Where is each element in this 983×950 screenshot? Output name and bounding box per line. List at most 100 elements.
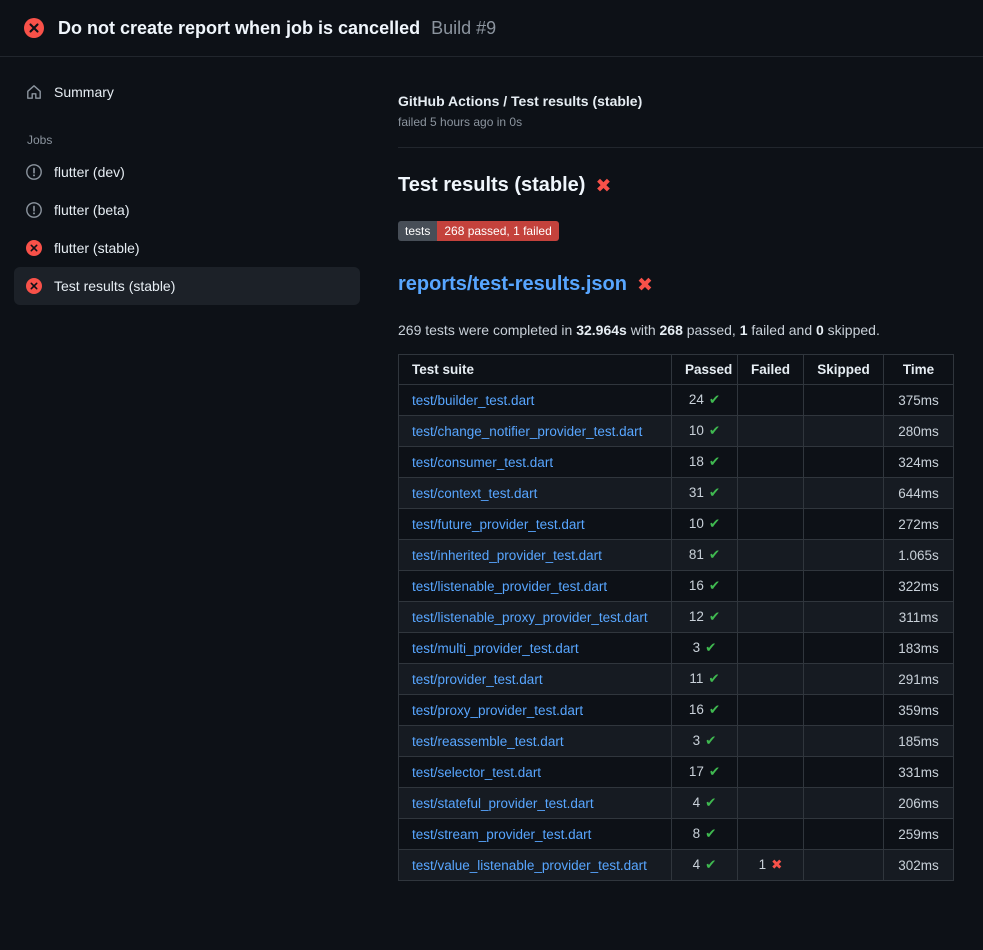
run-status-failed-icon (24, 18, 44, 38)
passed-cell: 12✔ (672, 602, 738, 633)
check-icon: ✔ (705, 733, 716, 749)
passed-cell: 8✔ (672, 819, 738, 850)
summary-mid2: passed, (683, 322, 740, 338)
time-cell: 302ms (884, 850, 954, 881)
failed-cell (738, 726, 804, 757)
table-header-row: Test suitePassedFailedSkippedTime (399, 355, 954, 385)
suite-cell: test/future_provider_test.dart (399, 509, 672, 540)
passed-cell: 24 ✔ (672, 385, 738, 416)
passed-count: 24 (689, 392, 704, 407)
suite-link[interactable]: test/builder_test.dart (412, 393, 534, 408)
skipped-cell (804, 695, 884, 726)
section-title-row: Test results (stable) ✖ (398, 174, 954, 197)
time-cell: 311ms (884, 602, 954, 633)
report-file-link[interactable]: reports/test-results.json (398, 273, 627, 296)
failed-x-icon: ✖ (595, 175, 611, 197)
check-icon: ✔ (709, 609, 720, 625)
run-header: Do not create report when job is cancell… (0, 0, 983, 57)
suite-link[interactable]: test/listenable_provider_test.dart (412, 579, 607, 594)
suite-link[interactable]: test/listenable_proxy_provider_test.dart (412, 610, 648, 625)
time-cell: 272ms (884, 509, 954, 540)
summary-suffix: skipped. (824, 322, 880, 338)
check-icon: ✔ (705, 640, 716, 656)
suite-link[interactable]: test/stateful_provider_test.dart (412, 796, 594, 811)
sidebar: Summary Jobs flutter (dev)flutter (beta)… (0, 57, 370, 305)
table-row: test/reassemble_test.dart3✔185ms (399, 726, 954, 757)
suite-cell: test/listenable_provider_test.dart (399, 571, 672, 602)
suite-link[interactable]: test/reassemble_test.dart (412, 734, 564, 749)
passed-count: 10 (689, 516, 704, 531)
suite-cell: test/multi_provider_test.dart (399, 633, 672, 664)
skipped-cell (804, 757, 884, 788)
sidebar-item-flutter-dev-[interactable]: flutter (dev) (14, 153, 360, 191)
time-cell: 644ms (884, 478, 954, 509)
column-header-failed: Failed (738, 355, 804, 385)
column-header-test-suite: Test suite (399, 355, 672, 385)
failed-cell (738, 447, 804, 478)
suite-link[interactable]: test/value_listenable_provider_test.dart (412, 858, 647, 873)
skipped-cell (804, 602, 884, 633)
suite-link[interactable]: test/provider_test.dart (412, 672, 543, 687)
passed-cell: 11✔ (672, 664, 738, 695)
skipped-cell (804, 850, 884, 881)
time-cell: 183ms (884, 633, 954, 664)
table-row: test/selector_test.dart 17✔ 331ms (399, 757, 954, 788)
check-icon: ✔ (709, 578, 720, 594)
summary-skipped-count: 0 (816, 322, 824, 338)
failed-cell (738, 602, 804, 633)
sidebar-item-flutter-beta-[interactable]: flutter (beta) (14, 191, 360, 229)
home-icon (26, 84, 42, 100)
time-cell: 324ms (884, 447, 954, 478)
suite-link[interactable]: test/context_test.dart (412, 486, 537, 501)
breadcrumb: GitHub Actions / Test results (stable) (398, 93, 954, 109)
failed-cell: 1✖ (738, 850, 804, 881)
suite-cell: test/inherited_provider_test.dart (399, 540, 672, 571)
test-results-table: Test suitePassedFailedSkippedTime test/b… (398, 354, 954, 881)
failed-cell (738, 757, 804, 788)
failed-cell (738, 509, 804, 540)
summary-mid3: failed and (748, 322, 817, 338)
job-label: flutter (dev) (54, 164, 125, 180)
skipped-cell (804, 385, 884, 416)
suite-link[interactable]: test/multi_provider_test.dart (412, 641, 579, 656)
passed-cell: 17✔ (672, 757, 738, 788)
suite-cell: test/provider_test.dart (399, 664, 672, 695)
suite-link[interactable]: test/consumer_test.dart (412, 455, 553, 470)
passed-count: 31 (689, 485, 704, 500)
suite-link[interactable]: test/change_notifier_provider_test.dart (412, 424, 642, 439)
check-icon: ✔ (705, 826, 716, 842)
check-icon: ✔ (709, 392, 720, 408)
skipped-cell (804, 819, 884, 850)
column-header-skipped: Skipped (804, 355, 884, 385)
sidebar-item-summary[interactable]: Summary (14, 75, 360, 109)
job-failed-icon (26, 240, 42, 256)
suite-link[interactable]: test/selector_test.dart (412, 765, 541, 780)
job-failed-icon (26, 278, 42, 294)
sidebar-item-flutter-stable-[interactable]: flutter (stable) (14, 229, 360, 267)
passed-cell: 10✔ (672, 509, 738, 540)
suite-link[interactable]: test/proxy_provider_test.dart (412, 703, 583, 718)
summary-mid1: with (627, 322, 660, 338)
suite-cell: test/selector_test.dart (399, 757, 672, 788)
skipped-cell (804, 788, 884, 819)
failed-cell (738, 478, 804, 509)
passed-cell: 3✔ (672, 726, 738, 757)
suite-link[interactable]: test/future_provider_test.dart (412, 517, 585, 532)
passed-count: 16 (689, 702, 704, 717)
table-row: test/change_notifier_provider_test.dart1… (399, 416, 954, 447)
sidebar-item-test-results-stable-[interactable]: Test results (stable) (14, 267, 360, 305)
build-number: Build #9 (431, 18, 496, 38)
passed-count: 18 (689, 454, 704, 469)
table-row: test/proxy_provider_test.dart16✔359ms (399, 695, 954, 726)
passed-count: 4 (693, 857, 701, 872)
job-label: flutter (stable) (54, 240, 140, 256)
table-row: test/listenable_proxy_provider_test.dart… (399, 602, 954, 633)
time-cell: 322ms (884, 571, 954, 602)
passed-cell: 16✔ (672, 695, 738, 726)
cross-icon: ✖ (771, 857, 782, 873)
suite-link[interactable]: test/inherited_provider_test.dart (412, 548, 602, 563)
suite-link[interactable]: test/stream_provider_test.dart (412, 827, 591, 842)
passed-cell: 4✔ (672, 850, 738, 881)
time-cell: 331ms (884, 757, 954, 788)
passed-count: 17 (689, 764, 704, 779)
